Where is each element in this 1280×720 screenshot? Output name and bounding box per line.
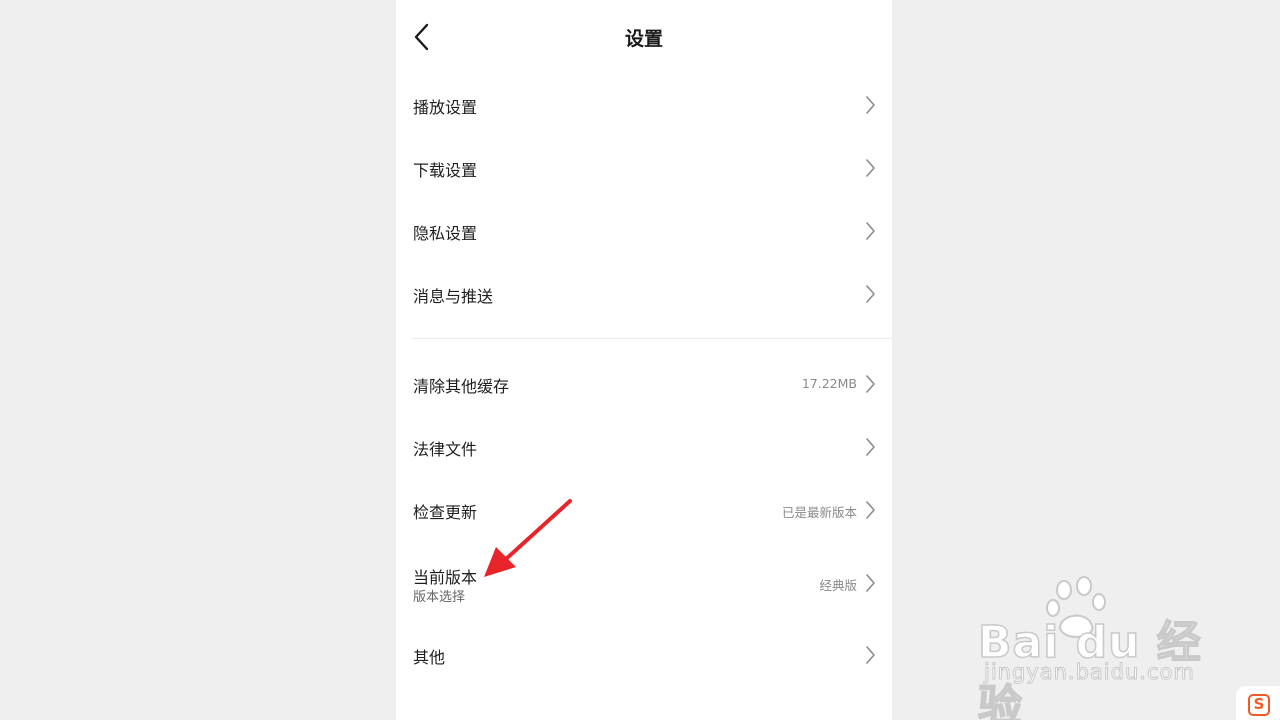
watermark-url: jingyan.baidu.com	[984, 660, 1195, 685]
settings-row-current-version[interactable]: 当前版本 版本选择 经典版	[396, 548, 892, 620]
row-label: 隐私设置	[413, 224, 478, 243]
row-label: 下载设置	[413, 161, 478, 180]
settings-row-clear-cache[interactable]: 清除其他缓存 17.22MB	[396, 353, 892, 416]
settings-screen: 设置 播放设置 下载设置 隐私设置 消息与推送 清除其他缓存 17.22MB 法…	[396, 0, 892, 720]
chevron-right-icon	[866, 159, 875, 177]
settings-row-other[interactable]: 其他	[396, 624, 892, 687]
cache-size-value: 17.22MB	[801, 376, 857, 391]
settings-row-privacy[interactable]: 隐私设置	[396, 200, 892, 263]
row-label: 其他	[413, 648, 446, 667]
page-title: 设置	[624, 28, 663, 50]
chevron-right-icon	[866, 222, 875, 240]
chevron-right-icon	[866, 96, 875, 114]
chevron-right-icon	[866, 501, 875, 519]
chevron-right-icon	[866, 574, 875, 592]
settings-row-legal[interactable]: 法律文件	[396, 416, 892, 479]
chevron-right-icon	[866, 438, 875, 456]
s-logo-icon: S	[1248, 694, 1270, 716]
chevron-right-icon	[866, 646, 875, 664]
settings-row-notifications[interactable]: 消息与推送	[396, 263, 892, 326]
settings-row-check-update[interactable]: 检查更新 已是最新版本	[396, 479, 892, 542]
chevron-right-icon	[866, 375, 875, 393]
row-label: 当前版本	[413, 568, 478, 587]
corner-app-logo: S	[1236, 686, 1280, 720]
row-label: 清除其他缓存	[413, 377, 510, 396]
row-label: 检查更新	[413, 503, 478, 522]
row-label: 法律文件	[413, 440, 478, 459]
section-divider	[412, 338, 892, 339]
settings-row-download[interactable]: 下载设置	[396, 137, 892, 200]
row-sublabel: 版本选择	[413, 590, 466, 605]
header-bar: 设置	[396, 0, 892, 74]
baidu-watermark: Bai du 经验 jingyan.baidu.com	[977, 576, 1218, 720]
chevron-right-icon	[866, 285, 875, 303]
version-value: 经典版	[819, 578, 857, 593]
update-status-value: 已是最新版本	[781, 505, 857, 520]
row-label: 播放设置	[413, 98, 478, 117]
row-label: 消息与推送	[413, 287, 494, 306]
settings-row-playback[interactable]: 播放设置	[396, 74, 892, 137]
